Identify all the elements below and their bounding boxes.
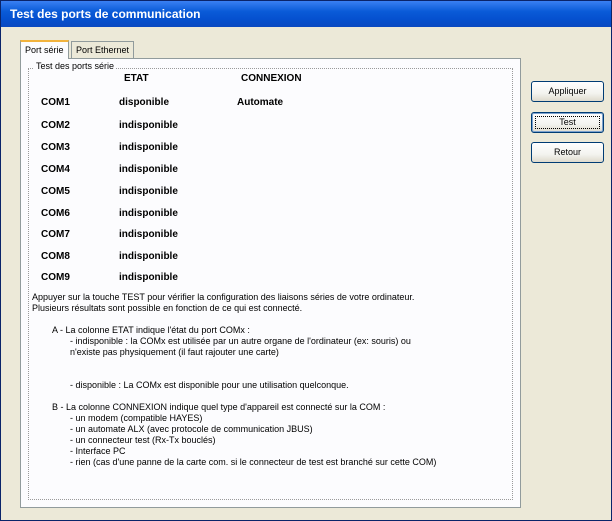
- help-line: - indisponible : la COMx est utilisée pa…: [70, 336, 411, 346]
- help-line: - un connecteur test (Rx-Tx bouclés): [70, 435, 216, 445]
- port-label: COM5: [41, 186, 70, 197]
- focus-rect: [535, 116, 600, 129]
- port-label: COM2: [41, 120, 70, 131]
- port-state: disponible: [119, 97, 169, 108]
- help-text: Appuyer sur la touche TEST pour vérifier…: [32, 292, 512, 468]
- port-state: indisponible: [119, 164, 178, 175]
- group-legend: Test des ports série: [34, 61, 117, 71]
- column-header-etat: ETAT: [124, 73, 149, 84]
- help-section-b-title: B - La colonne CONNEXION indique quel ty…: [52, 402, 386, 412]
- port-state: indisponible: [119, 272, 178, 283]
- port-state: indisponible: [119, 186, 178, 197]
- port-state: indisponible: [119, 229, 178, 240]
- port-state: indisponible: [119, 142, 178, 153]
- port-label: COM7: [41, 229, 70, 240]
- help-section-a-title: A - La colonne ETAT indique l'état du po…: [52, 325, 250, 335]
- port-label: COM8: [41, 251, 70, 262]
- help-line: - disponible : La COMx est disponible po…: [70, 380, 349, 390]
- back-button-label: Retour: [553, 147, 581, 157]
- port-state: indisponible: [119, 120, 178, 131]
- help-line: - un automate ALX (avec protocole de com…: [70, 424, 313, 434]
- help-line: Appuyer sur la touche TEST pour vérifier…: [32, 292, 415, 302]
- title-bar[interactable]: Test des ports de communication: [1, 1, 611, 27]
- help-line: - rien (cas d'une panne de la carte com.…: [70, 457, 437, 467]
- back-button[interactable]: Retour: [531, 142, 604, 163]
- port-connection: Automate: [237, 97, 284, 108]
- window-title: Test des ports de communication: [10, 7, 201, 21]
- tab-port-ethernet[interactable]: Port Ethernet: [71, 41, 135, 58]
- help-line: Plusieurs résultats sont possible en fon…: [32, 303, 303, 313]
- help-line: - un modem (compatible HAYES): [70, 413, 203, 423]
- port-label: COM4: [41, 164, 70, 175]
- port-state: indisponible: [119, 208, 178, 219]
- help-line: n'existe pas physiquement (il faut rajou…: [70, 347, 279, 357]
- apply-button-label: Appliquer: [548, 86, 587, 96]
- port-label: COM9: [41, 272, 70, 283]
- apply-button[interactable]: Appliquer: [531, 81, 604, 102]
- port-state: indisponible: [119, 251, 178, 262]
- port-label: COM1: [41, 97, 70, 108]
- help-line: - Interface PC: [70, 446, 126, 456]
- column-header-connexion: CONNEXION: [241, 73, 302, 84]
- test-button[interactable]: Test: [531, 112, 604, 133]
- tab-port-serie[interactable]: Port série: [20, 40, 69, 59]
- port-label: COM3: [41, 142, 70, 153]
- port-label: COM6: [41, 208, 70, 219]
